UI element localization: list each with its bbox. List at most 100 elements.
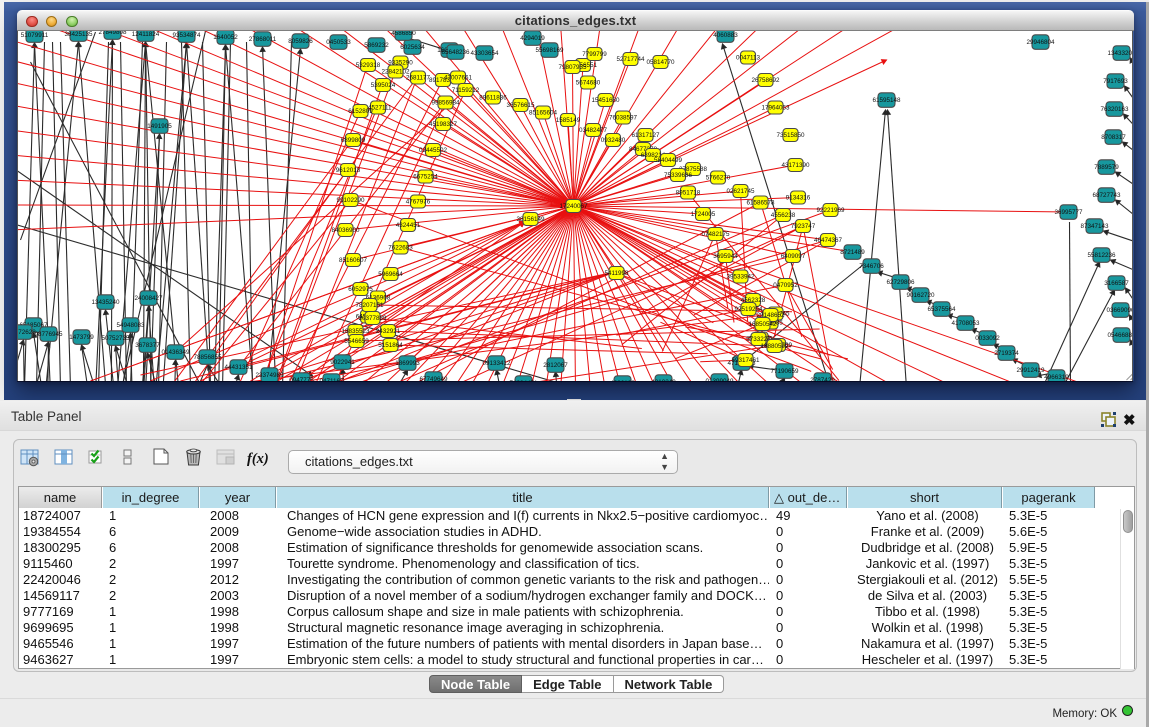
svg-text:0470952: 0470952 xyxy=(773,282,798,289)
svg-text:29912419: 29912419 xyxy=(1016,367,1045,374)
svg-text:4966319: 4966319 xyxy=(1044,374,1069,381)
svg-text:67749649: 67749649 xyxy=(419,376,448,381)
svg-text:99102290: 99102290 xyxy=(336,197,365,204)
svg-text:4767976: 4767976 xyxy=(406,199,431,206)
svg-text:0033092: 0033092 xyxy=(975,335,1000,342)
svg-text:59317461: 59317461 xyxy=(731,357,760,364)
svg-text:61317127: 61317127 xyxy=(631,132,660,139)
svg-text:27849808: 27849808 xyxy=(98,31,127,36)
svg-text:54948083: 54948083 xyxy=(116,322,145,329)
svg-text:89611836: 89611836 xyxy=(479,95,507,102)
svg-text:71159212: 71159212 xyxy=(452,87,480,94)
svg-text:7889579: 7889579 xyxy=(1094,164,1119,171)
svg-text:17964053: 17964053 xyxy=(761,105,790,112)
svg-text:78856855: 78856855 xyxy=(193,354,222,361)
svg-text:9022941: 9022941 xyxy=(330,359,355,366)
svg-text:0047113: 0047113 xyxy=(736,55,761,62)
svg-text:03482477: 03482477 xyxy=(579,127,608,134)
svg-text:4324451: 4324451 xyxy=(396,222,421,229)
svg-text:75339636: 75339636 xyxy=(664,172,693,179)
svg-text:18880592: 18880592 xyxy=(760,343,789,350)
svg-text:1869993: 1869993 xyxy=(395,360,420,367)
svg-text:79807935: 79807935 xyxy=(558,64,587,71)
svg-text:2787429: 2787429 xyxy=(810,377,835,381)
svg-text:87347143: 87347143 xyxy=(1080,223,1109,230)
svg-text:1473799: 1473799 xyxy=(69,334,94,341)
svg-text:6052975: 6052975 xyxy=(348,286,373,293)
svg-text:5674680: 5674680 xyxy=(576,80,601,87)
svg-text:05466889: 05466889 xyxy=(1107,332,1133,339)
svg-text:7346706: 7346706 xyxy=(859,263,884,270)
svg-text:12411824: 12411824 xyxy=(132,31,160,38)
svg-text:68727743: 68727743 xyxy=(1092,192,1121,199)
svg-text:01399049: 01399049 xyxy=(705,378,734,381)
svg-text:13435240: 13435240 xyxy=(91,299,120,306)
svg-text:f(x): f(x) xyxy=(247,451,269,467)
svg-text:92221969: 92221969 xyxy=(816,207,845,214)
svg-text:17240067: 17240067 xyxy=(559,203,588,210)
svg-text:15451680: 15451680 xyxy=(591,97,620,104)
svg-text:2681177: 2681177 xyxy=(406,75,431,82)
svg-text:13433200: 13433200 xyxy=(1107,50,1133,57)
svg-text:2719374: 2719374 xyxy=(994,350,1019,357)
svg-text:7917693: 7917693 xyxy=(1103,78,1128,85)
svg-text:9612018: 9612018 xyxy=(336,167,361,174)
svg-text:2432921: 2432921 xyxy=(376,328,401,335)
svg-text:24008427: 24008427 xyxy=(134,295,163,302)
svg-text:5395024: 5395024 xyxy=(371,82,396,89)
svg-text:7923747: 7923747 xyxy=(791,223,816,230)
svg-text:8708317: 8708317 xyxy=(1101,134,1126,141)
svg-text:85165604: 85165604 xyxy=(529,110,558,117)
svg-text:85160607: 85160607 xyxy=(339,257,368,264)
svg-text:20377889: 20377889 xyxy=(358,315,387,322)
svg-text:51079911: 51079911 xyxy=(21,32,49,39)
svg-text:0947775: 0947775 xyxy=(289,377,314,381)
svg-text:98776945: 98776945 xyxy=(34,331,63,338)
svg-text:02445502: 02445502 xyxy=(419,147,448,154)
svg-text:26758692: 26758692 xyxy=(751,77,780,84)
svg-text:62729806: 62729806 xyxy=(886,279,915,286)
svg-text:7799799: 7799799 xyxy=(582,51,607,58)
svg-text:36995777: 36995777 xyxy=(1054,209,1083,216)
svg-text:4210249: 4210249 xyxy=(651,379,676,381)
svg-text:4556238: 4556238 xyxy=(771,212,796,219)
svg-text:0450533: 0450533 xyxy=(326,39,351,46)
svg-text:76320163: 76320163 xyxy=(1100,106,1129,113)
svg-text:6899809: 6899809 xyxy=(341,137,366,144)
svg-text:90162720: 90162720 xyxy=(906,292,935,299)
svg-text:99856984: 99856984 xyxy=(431,100,460,107)
svg-text:6409097: 6409097 xyxy=(781,253,806,260)
svg-text:2812067: 2812067 xyxy=(543,362,568,369)
svg-text:4936183: 4936183 xyxy=(610,380,635,381)
svg-text:5546659: 5546659 xyxy=(344,338,369,345)
svg-text:9134316: 9134316 xyxy=(786,195,811,202)
svg-text:61595148: 61595148 xyxy=(872,97,901,104)
svg-text:65648236: 65648236 xyxy=(441,49,470,56)
svg-text:78207151: 78207151 xyxy=(355,302,384,309)
svg-text:55698169: 55698169 xyxy=(535,47,564,54)
svg-text:43171390: 43171390 xyxy=(781,162,810,169)
svg-text:73515850: 73515850 xyxy=(776,132,805,139)
svg-text:50752735: 50752735 xyxy=(101,335,130,342)
svg-text:44431351: 44431351 xyxy=(224,364,253,371)
svg-text:84036900: 84036900 xyxy=(331,227,360,234)
svg-text:41708053: 41708053 xyxy=(951,320,980,327)
svg-text:1724005: 1724005 xyxy=(691,211,716,218)
svg-text:8721489: 8721489 xyxy=(840,249,865,256)
svg-text:6025634: 6025634 xyxy=(400,44,425,51)
svg-text:65375564: 65375564 xyxy=(927,306,956,313)
svg-text:5151864: 5151864 xyxy=(378,342,403,349)
svg-text:03669096: 03669096 xyxy=(1106,307,1133,314)
svg-text:5329318: 5329318 xyxy=(356,62,381,69)
svg-text:4060883: 4060883 xyxy=(713,32,738,39)
svg-text:55812236: 55812236 xyxy=(1087,252,1116,259)
svg-text:5969664: 5969664 xyxy=(378,271,403,278)
svg-text:1640052: 1640052 xyxy=(213,34,238,41)
svg-text:52717744: 52717744 xyxy=(616,56,645,63)
svg-text:09133412: 09133412 xyxy=(482,360,511,367)
svg-text:1491905: 1491905 xyxy=(147,123,172,130)
svg-text:02621745: 02621745 xyxy=(726,188,755,195)
svg-text:43303654: 43303654 xyxy=(470,50,499,57)
svg-text:46474367: 46474367 xyxy=(814,237,843,244)
svg-text:45198327: 45198327 xyxy=(429,121,458,128)
